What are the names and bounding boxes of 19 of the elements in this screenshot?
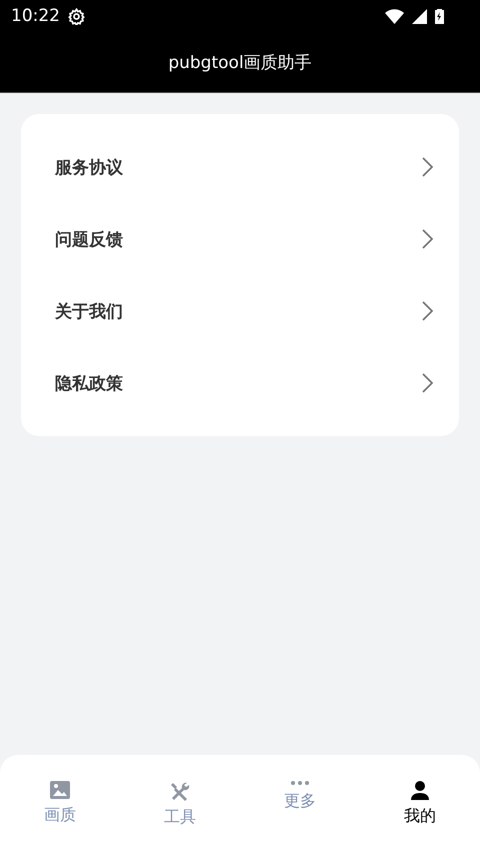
wifi-icon (385, 8, 404, 24)
chevron-right-icon (422, 373, 433, 393)
menu-item[interactable]: 问题反馈 (21, 203, 459, 275)
more-icon (291, 781, 309, 785)
settings-icon (68, 8, 85, 24)
tab[interactable]: 我的 (360, 781, 480, 853)
menu-item[interactable]: 隐私政策 (21, 347, 459, 419)
battery-icon (435, 8, 444, 24)
person-icon (411, 781, 429, 800)
app-title: pubgtool画质助手 (0, 32, 480, 93)
status-time: 10:22 (11, 6, 60, 26)
image-icon (50, 781, 70, 799)
menu-item[interactable]: 服务协议 (21, 131, 459, 203)
menu-item[interactable]: 关于我们 (21, 275, 459, 347)
signal-icon (412, 8, 427, 24)
chevron-right-icon (422, 301, 433, 321)
tools-icon (170, 781, 190, 801)
chevron-right-icon (422, 229, 433, 249)
chevron-right-icon (422, 157, 433, 177)
